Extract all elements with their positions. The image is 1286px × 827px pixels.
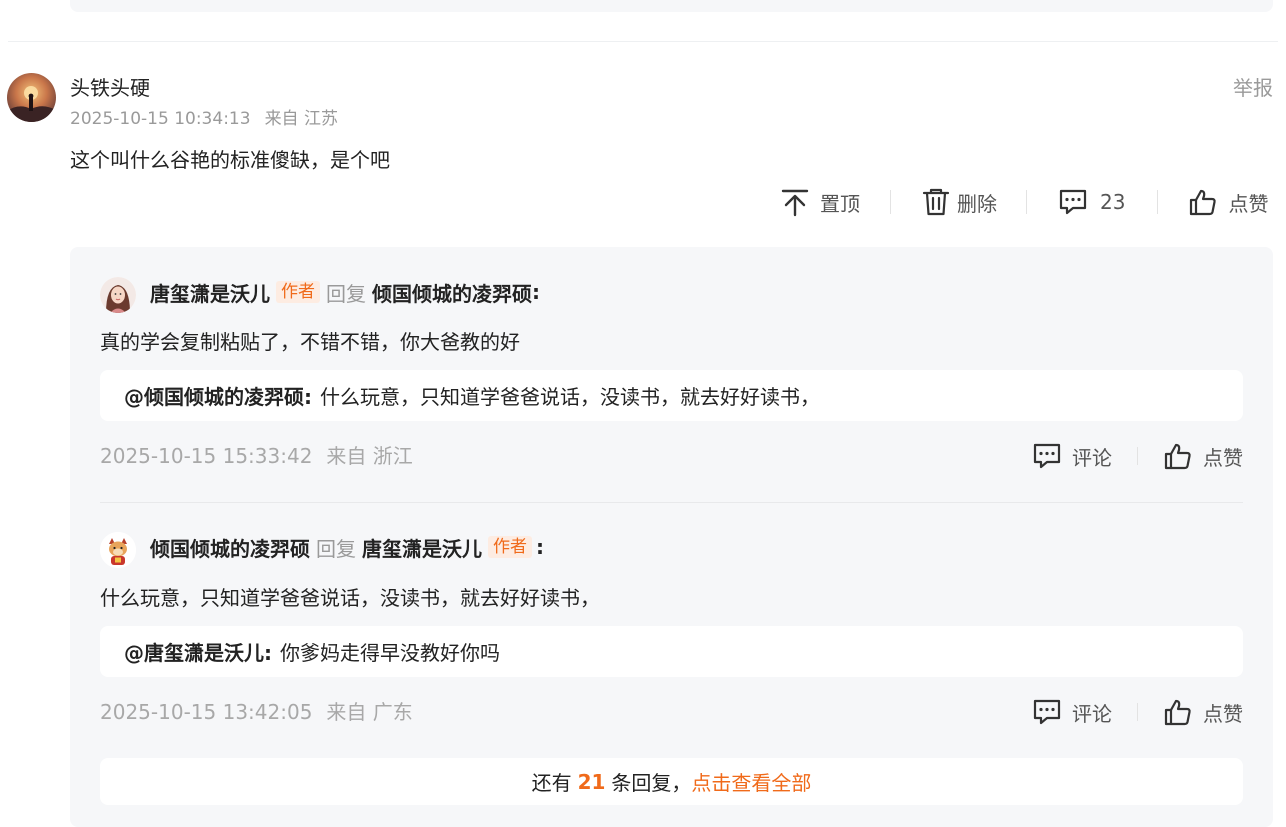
more-suffix: 条回复， xyxy=(611,771,692,795)
thumbs-up-icon xyxy=(1164,443,1191,470)
reply-like-button[interactable]: 点赞 xyxy=(1163,697,1243,727)
reply-avatar[interactable] xyxy=(100,277,136,313)
reply-comment-button[interactable]: 评论 xyxy=(1032,442,1112,471)
comment-count: 23 xyxy=(1100,190,1126,214)
reply-like-label: 点赞 xyxy=(1203,701,1243,726)
more-replies-bar[interactable]: 还有 21 条回复， 点击查看全部 xyxy=(100,758,1243,805)
action-separator xyxy=(1137,447,1138,465)
action-separator xyxy=(1026,190,1027,214)
report-button[interactable]: 举报 xyxy=(1233,75,1273,101)
pin-label: 置顶 xyxy=(820,191,860,216)
previous-comment-card xyxy=(70,0,1273,12)
reply-author[interactable]: 倾国倾城的凌羿硕 xyxy=(150,533,310,562)
reply-header: 唐玺潇是沃儿 作者 回复 倾国倾城的凌羿硕 : xyxy=(150,277,540,307)
reply-divider xyxy=(100,502,1243,503)
reply-meta: 2025-10-15 15:33:42 来自 浙江 xyxy=(100,443,413,469)
more-count: 21 xyxy=(577,769,606,794)
reply-timestamp: 2025-10-15 15:33:42 xyxy=(100,444,313,468)
quote-text: 你爹妈走得早没教好你吗 xyxy=(280,641,500,665)
comment-bubble-icon xyxy=(1059,189,1087,215)
reply-meta: 2025-10-15 13:42:05 来自 广东 xyxy=(100,699,413,725)
reply-avatar-image xyxy=(100,532,136,568)
reply-location: 来自 浙江 xyxy=(326,444,413,468)
reply-comment-button[interactable]: 评论 xyxy=(1032,698,1112,727)
reply-word: 回复 xyxy=(316,536,356,561)
reply-like-button[interactable]: 点赞 xyxy=(1163,441,1243,471)
comment-divider xyxy=(8,41,1278,42)
quote-name[interactable]: @唐玺潇是沃儿: xyxy=(124,637,272,666)
action-separator xyxy=(1157,190,1159,214)
reply-word: 回复 xyxy=(326,281,366,306)
reply-target[interactable]: 倾国倾城的凌羿硕 xyxy=(372,278,532,307)
reply-colon: : xyxy=(532,280,540,304)
comment-bubble-icon xyxy=(1033,443,1061,469)
reply-quote: @唐玺潇是沃儿: 你爹妈走得早没教好你吗 xyxy=(100,626,1243,677)
like-button[interactable]: 点赞 xyxy=(1188,187,1268,217)
reply-comment-label: 评论 xyxy=(1072,445,1112,470)
reply-author[interactable]: 唐玺潇是沃儿 xyxy=(150,278,270,307)
comment-text: 这个叫什么谷艳的标准傻缺，是个吧 xyxy=(70,148,390,172)
reply-quote: @倾国倾城的凌羿硕: 什么玩意，只知道学爸爸说话，没读书，就去好好读书， xyxy=(100,370,1243,421)
like-label: 点赞 xyxy=(1228,191,1269,216)
reply-timestamp: 2025-10-15 13:42:05 xyxy=(100,700,313,724)
reply-avatar[interactable] xyxy=(100,532,136,568)
comment-meta: 2025-10-15 10:34:13 来自 江苏 xyxy=(70,108,338,130)
action-separator xyxy=(1137,703,1138,721)
reply-colon: : xyxy=(536,535,544,559)
trash-icon xyxy=(922,188,950,216)
avatar[interactable] xyxy=(7,73,56,122)
comment-count-button[interactable]: 23 xyxy=(1058,188,1125,216)
delete-label: 删除 xyxy=(957,191,997,216)
comment-username[interactable]: 头铁头硬 xyxy=(70,75,150,101)
pin-top-icon xyxy=(781,189,809,217)
author-badge: 作者 xyxy=(488,536,532,558)
pin-button[interactable]: 置顶 xyxy=(780,187,860,217)
reply-actions: 评论 点赞 xyxy=(1032,440,1243,472)
quote-text: 什么玩意，只知道学爸爸说话，没读书，就去好好读书， xyxy=(320,385,820,409)
thumbs-up-icon xyxy=(1190,189,1217,216)
reply-like-label: 点赞 xyxy=(1203,445,1243,470)
comment-timestamp: 2025-10-15 10:34:13 xyxy=(70,109,251,129)
reply-actions: 评论 点赞 xyxy=(1032,696,1243,728)
reply-comment-label: 评论 xyxy=(1072,701,1112,726)
reply-header: 倾国倾城的凌羿硕 回复 唐玺潇是沃儿 作者 : xyxy=(150,532,544,562)
comment-location: 来自 江苏 xyxy=(264,109,338,129)
action-separator xyxy=(890,190,891,214)
comment-bubble-icon xyxy=(1033,699,1061,725)
reply-target[interactable]: 唐玺潇是沃儿 xyxy=(362,533,482,562)
reply-location: 来自 广东 xyxy=(326,700,413,724)
comment-actions: 置顶 删除 23 点赞 xyxy=(780,186,1268,218)
quote-name[interactable]: @倾国倾城的凌羿硕: xyxy=(124,381,312,410)
author-badge: 作者 xyxy=(276,281,320,303)
reply-avatar-image xyxy=(100,277,136,313)
reply-text: 什么玩意，只知道学爸爸说话，没读书，就去好好读书， xyxy=(100,586,600,610)
thumbs-up-icon xyxy=(1164,699,1191,726)
more-prefix: 还有 xyxy=(531,771,572,795)
avatar-image xyxy=(7,73,56,122)
view-all-link[interactable]: 点击查看全部 xyxy=(691,767,811,796)
reply-text: 真的学会复制粘贴了，不错不错，你大爸教的好 xyxy=(100,330,520,354)
delete-button[interactable]: 删除 xyxy=(922,187,997,217)
